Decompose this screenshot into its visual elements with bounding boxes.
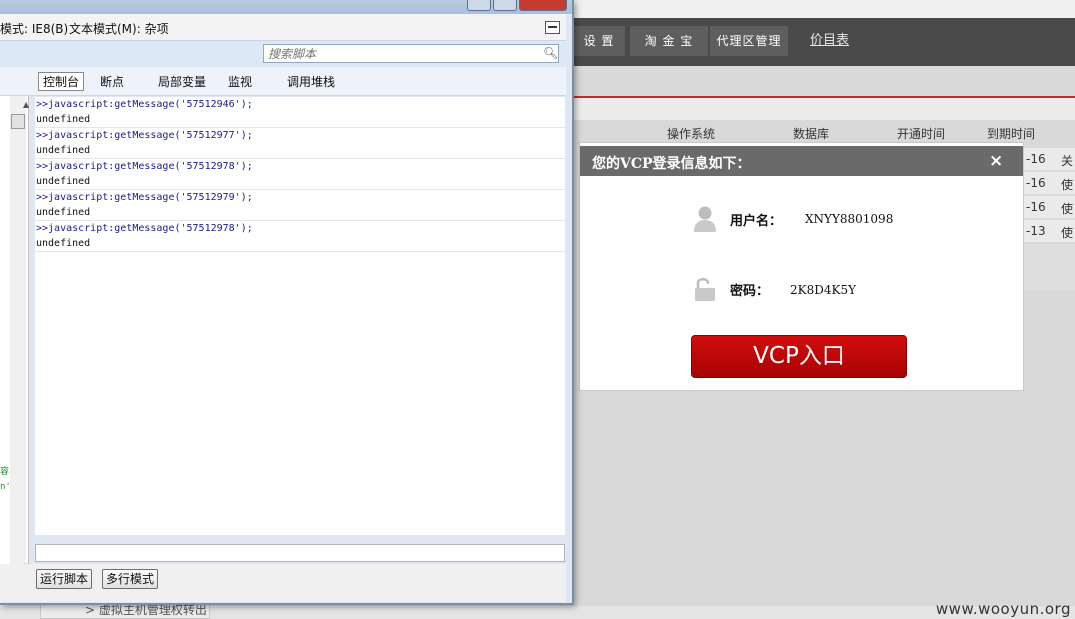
tab-watch[interactable]: 监视 [228,73,252,90]
console-result: undefined [36,114,91,125]
row-expire-date: -13 [1026,224,1046,238]
run-script-button[interactable]: 运行脚本 [36,569,93,589]
close-window-button[interactable] [519,0,567,11]
content-strip [560,98,1075,120]
source-scrollbar[interactable]: ▲ ▼ [10,96,29,574]
menu-text-mode[interactable]: 文本模式(M): 杂项 [69,20,169,37]
search-icon[interactable]: 🔍︎ [543,46,558,60]
unlock-icon [695,278,715,301]
collapse-icon[interactable] [545,21,560,34]
console-command: >>javascript:getMessage('57512978'); [36,161,253,172]
tab-call-stack[interactable]: 调用堆栈 [287,73,335,90]
col-header-expire-time: 到期时间 [987,127,1036,141]
row-expire-date: -16 [1026,176,1046,190]
console-command: >>javascript:getMessage('57512977'); [36,130,253,141]
search-bar: 🔍︎ [0,41,566,67]
console-button-bar: 运行脚本 多行模式 [0,564,566,602]
console-entry: >>javascript:getMessage('57512978'); und… [35,159,565,190]
console-command: >>javascript:getMessage('57512979'); [36,192,253,203]
col-header-os: 操作系统 [667,127,716,141]
tab-breakpoints[interactable]: 断点 [100,73,124,90]
vcp-login-modal: 您的VCP登录信息如下： × 用户名： XNYY8801098 密码： 2K8D… [579,142,1024,391]
nav-price-list-link[interactable]: 价目表 [810,26,849,56]
row-expire-date: -16 [1026,200,1046,214]
nav-settings[interactable]: 设 置 [573,26,625,56]
modal-title: 您的VCP登录信息如下： [592,156,751,172]
console-command: >>javascript:getMessage('57512978'); [36,223,253,234]
console-result: undefined [36,238,91,249]
tab-locals[interactable]: 局部变量 [158,73,206,90]
scrollbar-thumb[interactable] [11,114,25,129]
developer-tools-window: 模式: IE8(B) 文本模式(M): 杂项 🔍︎ 控制台 断点 局部变量 监视… [0,0,574,605]
console-result: undefined [36,145,91,156]
password-label: 密码： [730,284,770,299]
row-status: 使 [1061,202,1074,216]
search-script-input[interactable] [263,44,559,63]
row-status: 使 [1061,178,1074,192]
console-entry: >>javascript:getMessage('57512977'); und… [35,128,565,159]
username-label: 用户名： [730,214,783,229]
window-titlebar[interactable] [0,0,572,14]
console-result: undefined [36,176,91,187]
console-entry: >>javascript:getMessage('57512978'); und… [35,221,565,252]
nav-taojinbao[interactable]: 淘 金 宝 [630,26,708,56]
devtools-tabs: 控制台 断点 局部变量 监视 调用堆栈 [0,67,566,96]
modal-header: 您的VCP登录信息如下： × [580,146,1023,176]
console-entry: >>javascript:getMessage('57512946'); und… [35,97,565,128]
row-status: 使 [1061,226,1074,240]
row-status: 关 [1061,154,1074,168]
row-expire-date: -16 [1026,152,1046,166]
maximize-button[interactable] [493,0,517,11]
vcp-entry-button[interactable]: VCP入口 [691,335,907,378]
scroll-up-icon[interactable]: ▲ [23,100,29,109]
table-row [1020,244,1075,290]
console-result: undefined [36,207,91,218]
watermark: www.wooyun.org [935,600,1071,618]
close-icon[interactable]: × [989,152,1003,170]
minimize-button[interactable] [467,0,491,11]
user-icon [694,206,716,232]
console-command: >>javascript:getMessage('57512946'); [36,99,253,110]
menu-document-mode[interactable]: 模式: IE8(B) [0,20,68,37]
source-fragment: 容 [0,467,10,477]
tab-console[interactable]: 控制台 [38,72,85,91]
console-entry: >>javascript:getMessage('57512979'); und… [35,190,565,221]
col-header-open-time: 开通时间 [897,127,946,141]
nav-agent-admin[interactable]: 代理区管理 [710,26,788,56]
console-output: >>javascript:getMessage('57512946'); und… [35,97,565,535]
devtools-menubar: 模式: IE8(B) 文本模式(M): 杂项 [0,14,566,41]
console-input[interactable] [35,544,565,562]
username-value: XNYY8801098 [805,212,894,226]
col-header-db: 数据库 [793,127,830,141]
password-value: 2K8D4K5Y [790,283,857,297]
multiline-mode-button[interactable]: 多行模式 [102,569,159,589]
